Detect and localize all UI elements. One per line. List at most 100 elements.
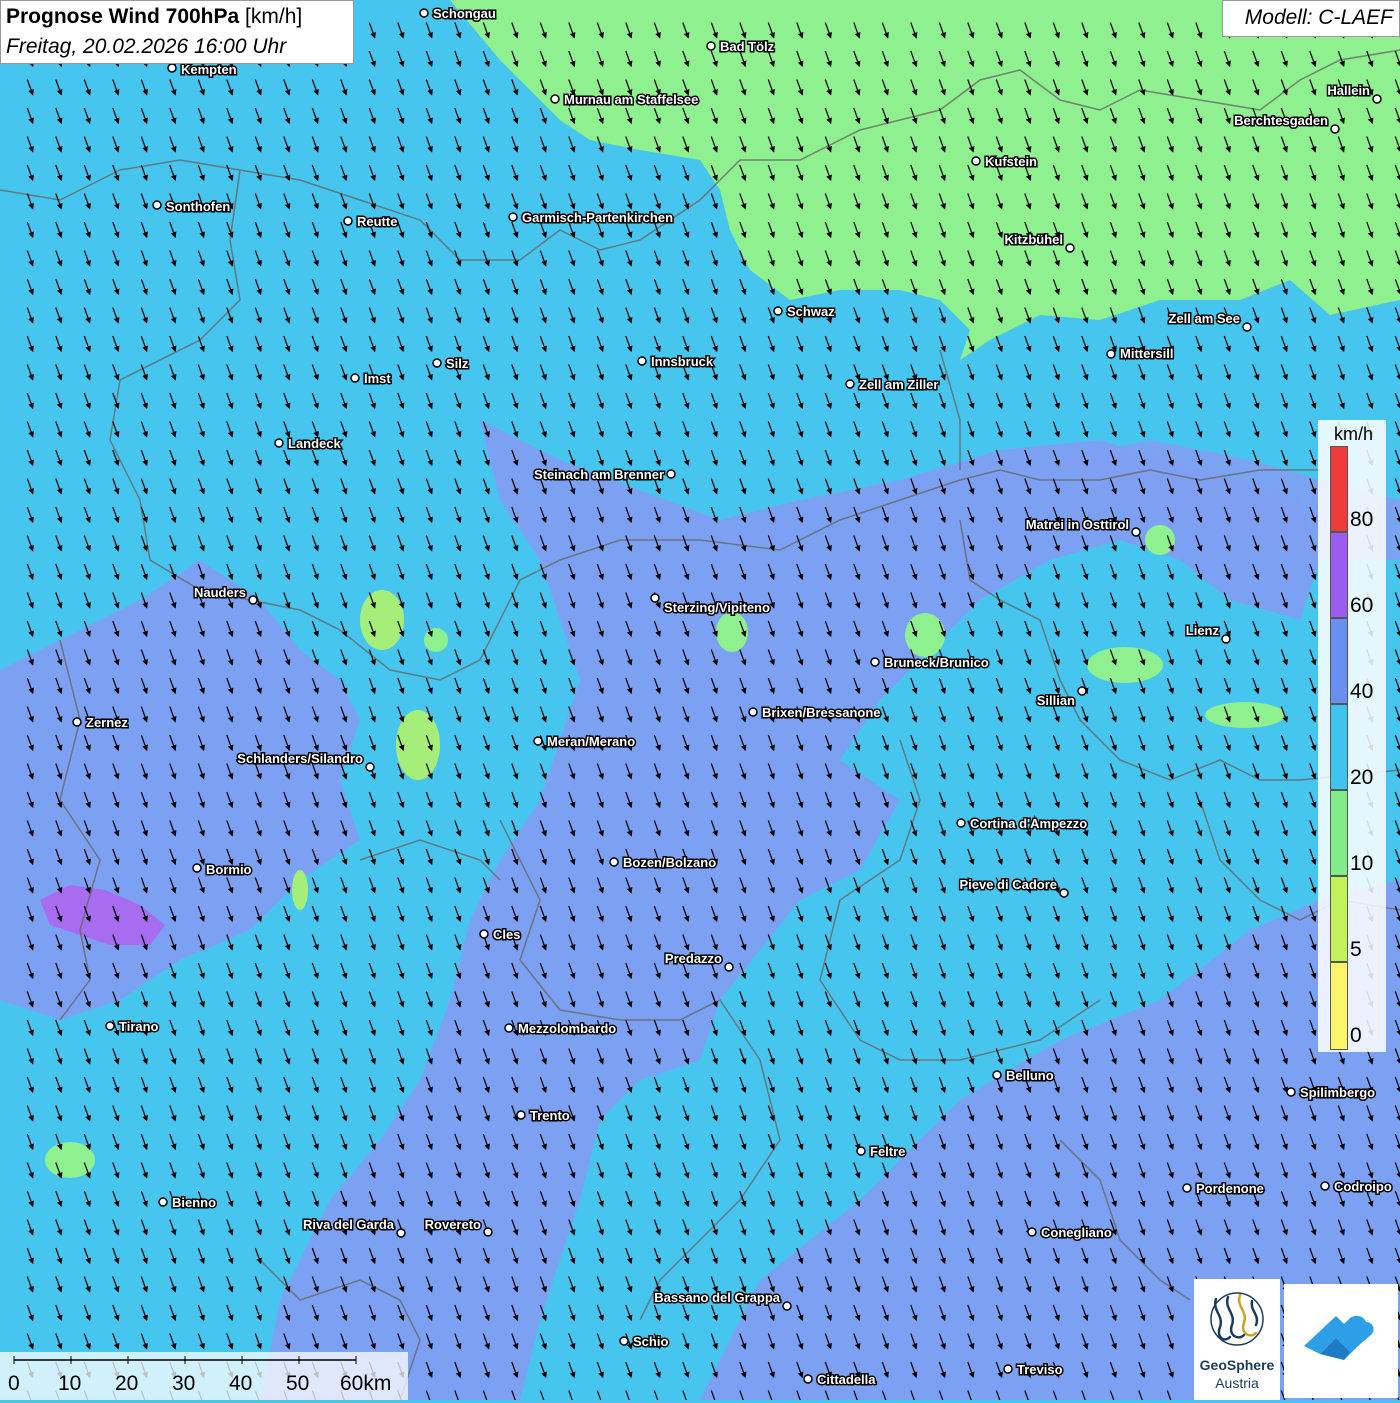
legend-tick-40: 40 [1350, 680, 1374, 703]
calm-spot [360, 590, 404, 650]
city-label: Matrei in Osttirol [1026, 517, 1129, 532]
city-label: Schlanders/Silandro [237, 751, 363, 766]
legend-tick-60: 60 [1350, 594, 1374, 617]
calm-spot [1205, 702, 1285, 728]
city-dot [479, 929, 489, 939]
city-dot [1065, 243, 1075, 253]
city-dot [1221, 634, 1231, 644]
city-label: Bruneck/Brunico [884, 655, 989, 670]
city-label: Schongau [433, 6, 496, 21]
app-logo[interactable] [1284, 1284, 1398, 1398]
city-label: Garmisch-Partenkirchen [522, 210, 673, 225]
map-title-unit: [km/h] [245, 5, 303, 28]
city-label: Kitzbühel [1005, 232, 1064, 247]
city-label: Belluno [1006, 1068, 1054, 1083]
city-dot [706, 41, 716, 51]
city-label: Cortina d'Ampezzo [970, 816, 1087, 831]
app-cloud-arrow-icon [1304, 1315, 1374, 1360]
city-dot [167, 63, 177, 73]
city-dot [956, 818, 966, 828]
city-label: Kempten [181, 62, 237, 77]
legend-tick-5: 5 [1350, 938, 1362, 961]
city-label: Steinach am Brenner [534, 467, 664, 482]
city-dot [1003, 1364, 1013, 1374]
city-label: Bienno [172, 1195, 216, 1210]
scale-label-0: 0 [8, 1372, 20, 1395]
scale-label-50: 50 [286, 1372, 310, 1395]
city-dot [1330, 124, 1340, 134]
geosphere-logo[interactable]: GeoSphere Austria [1194, 1279, 1280, 1400]
legend-band-10-20 [1330, 790, 1348, 876]
city-dot [350, 373, 360, 383]
city-dot [1372, 94, 1382, 104]
city-dot [845, 379, 855, 389]
city-label: Murnau am Staffelsee [564, 92, 698, 107]
city-dot [365, 762, 375, 772]
legend-tick-0: 0 [1350, 1024, 1362, 1047]
city-dot [1286, 1087, 1296, 1097]
city-label: Bassano del Grappa [654, 1290, 780, 1305]
geosphere-country: Austria [1215, 1375, 1259, 1391]
scale-label-10: 10 [58, 1372, 82, 1395]
geosphere-name: GeoSphere [1199, 1357, 1275, 1373]
city-label: Zell am Ziller [859, 377, 938, 392]
city-label: Pordenone [1196, 1181, 1264, 1196]
city-label: Pieve di Cadore [959, 877, 1057, 892]
city-dot [782, 1301, 792, 1311]
city-label: Bozen/Bolzano [623, 855, 716, 870]
city-label: Treviso [1017, 1362, 1063, 1377]
city-label: Codroipo [1334, 1179, 1392, 1194]
city-dot [274, 438, 284, 448]
city-label: Zernez [86, 715, 128, 730]
city-dot [516, 1110, 526, 1120]
city-label: Brixen/Bressanone [762, 705, 881, 720]
city-label: Mezzolombardo [518, 1021, 616, 1036]
city-label: Sonthofen [166, 199, 230, 214]
legend-tick-80: 80 [1350, 508, 1374, 531]
city-dot [748, 707, 758, 717]
city-dot [419, 8, 429, 18]
city-label: Feltre [870, 1144, 905, 1159]
city-dot [1131, 527, 1141, 537]
city-label: Lienz [1186, 623, 1220, 638]
city-dot [803, 1374, 813, 1384]
city-label: Rovereto [425, 1217, 481, 1232]
legend-band-5-10 [1330, 876, 1348, 962]
city-dot [105, 1021, 115, 1031]
city-dot [483, 1227, 493, 1237]
city-dot [971, 156, 981, 166]
city-label: Imst [364, 371, 391, 386]
city-label: Trento [530, 1108, 570, 1123]
city-label: Sterzing/Vipiteno [664, 600, 770, 615]
scale-label-20: 20 [115, 1372, 139, 1395]
city-label: Zell am See [1168, 311, 1240, 326]
city-dot [248, 595, 258, 605]
legend-band-0-5 [1330, 962, 1348, 1050]
calm-spot [292, 870, 308, 910]
city-dot [72, 717, 82, 727]
calm-spot [424, 628, 448, 652]
city-dot [619, 1336, 629, 1346]
city-label: Schio [633, 1334, 668, 1349]
city-dot [508, 212, 518, 222]
city-dot [152, 200, 162, 210]
city-label: Kufstein [985, 154, 1037, 169]
city-label: Mittersill [1120, 346, 1173, 361]
forecast-datetime: Freitag, 20.02.2026 16:00 Uhr [6, 35, 287, 58]
legend-band-40-60 [1330, 618, 1348, 704]
city-dot [343, 216, 353, 226]
legend-tick-10: 10 [1350, 852, 1374, 875]
map-title-main: Prognose Wind 700hPa [6, 5, 240, 28]
model-label: Modell: C-LAEF [1244, 6, 1393, 29]
scale-bar: 0 10 20 30 40 50 60km [0, 1352, 408, 1400]
scale-label-60km: 60km [340, 1372, 392, 1395]
model-panel: Modell: C-LAEF [1222, 0, 1400, 37]
city-label: Tirano [119, 1019, 159, 1034]
city-dot [650, 593, 660, 603]
city-label: Reutte [357, 214, 397, 229]
city-dot [666, 469, 676, 479]
city-label: Innsbruck [651, 354, 714, 369]
city-dot [533, 736, 543, 746]
city-label: Berchtesgaden [1234, 113, 1328, 128]
calm-spot [1087, 647, 1163, 683]
